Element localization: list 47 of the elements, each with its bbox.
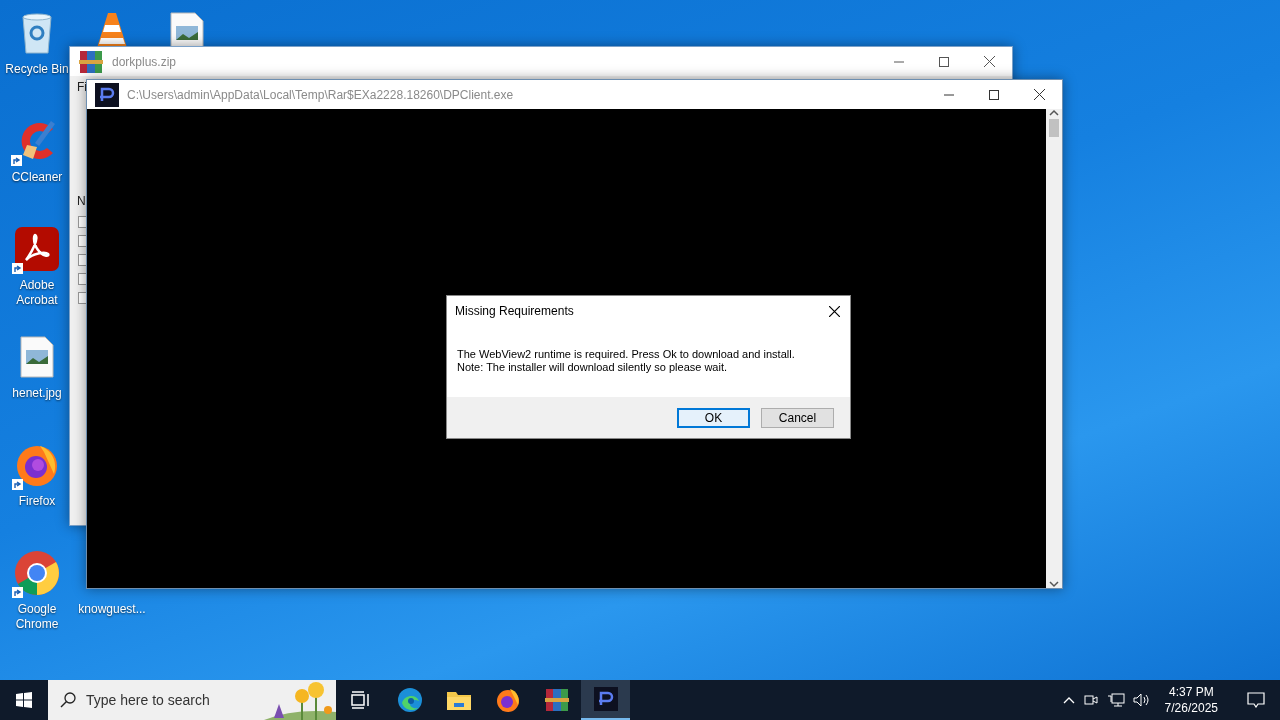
edge-icon	[396, 687, 423, 713]
taskbar-app[interactable]	[581, 680, 630, 720]
close-icon[interactable]	[984, 56, 995, 67]
firefox-icon	[494, 687, 521, 713]
dialog-title: Missing Requirements	[455, 304, 575, 318]
close-icon[interactable]	[1034, 89, 1045, 100]
books-icon	[543, 687, 570, 713]
close-icon[interactable]	[829, 305, 840, 317]
desktop-icon-label[interactable]: Google Chrome	[2, 602, 72, 632]
search-icon	[60, 692, 76, 708]
pdf-icon	[14, 226, 60, 272]
task-view-icon	[350, 691, 371, 709]
menu-item[interactable]: Fi	[77, 80, 87, 94]
books-icon	[78, 48, 104, 75]
camera-icon[interactable]	[1082, 692, 1099, 708]
desktop-icon-label[interactable]: knowguest...	[77, 602, 147, 617]
desktop-icon-label[interactable]: Adobe Acrobat	[2, 278, 72, 308]
scroll-up-icon[interactable]	[1049, 109, 1059, 117]
desktop-icon-label[interactable]: Recycle Bin	[2, 62, 72, 77]
flower-drawing	[264, 680, 336, 720]
scrollbar[interactable]	[1046, 109, 1062, 588]
dialog-message: Note: The installer will download silently so please wait.	[457, 361, 729, 374]
ok-button[interactable]: OK	[677, 407, 750, 428]
network-icon[interactable]	[1106, 692, 1125, 708]
maximize-icon[interactable]	[939, 56, 949, 67]
volume-icon[interactable]	[1132, 692, 1151, 708]
folder-icon	[445, 689, 472, 711]
windows-logo-icon	[16, 692, 32, 708]
app-logo-icon	[95, 82, 119, 107]
scroll-down-icon[interactable]	[1049, 580, 1059, 588]
chrome-icon	[14, 550, 60, 596]
maximize-icon[interactable]	[989, 89, 999, 100]
window-title: C:\Users\admin\AppData\Local\Temp\Rar$EXa2228.18260\DPClient.exe	[127, 87, 515, 102]
chevron-up-icon[interactable]	[1062, 696, 1075, 704]
desktop-icon-label[interactable]: CCleaner	[2, 170, 72, 185]
column-header[interactable]: N	[77, 194, 86, 208]
cancel-button[interactable]: Cancel	[761, 407, 834, 428]
window-title: dorkplus.zip	[112, 54, 178, 69]
clock[interactable]: 4:37 PM 7/26/2025	[1158, 684, 1224, 716]
notification-icon[interactable]	[1247, 692, 1265, 708]
app-logo-icon	[593, 687, 618, 711]
dialog-message: The WebView2 runtime is required. Press Ok to download and install.	[457, 348, 796, 361]
desktop-icon-label[interactable]: Firefox	[2, 494, 72, 509]
image-file-icon	[20, 336, 54, 378]
scroll-thumb[interactable]	[1049, 119, 1059, 137]
search-field[interactable]: Type here to search	[48, 680, 336, 720]
desktop-icon-label[interactable]: henet.jpg	[2, 386, 72, 401]
